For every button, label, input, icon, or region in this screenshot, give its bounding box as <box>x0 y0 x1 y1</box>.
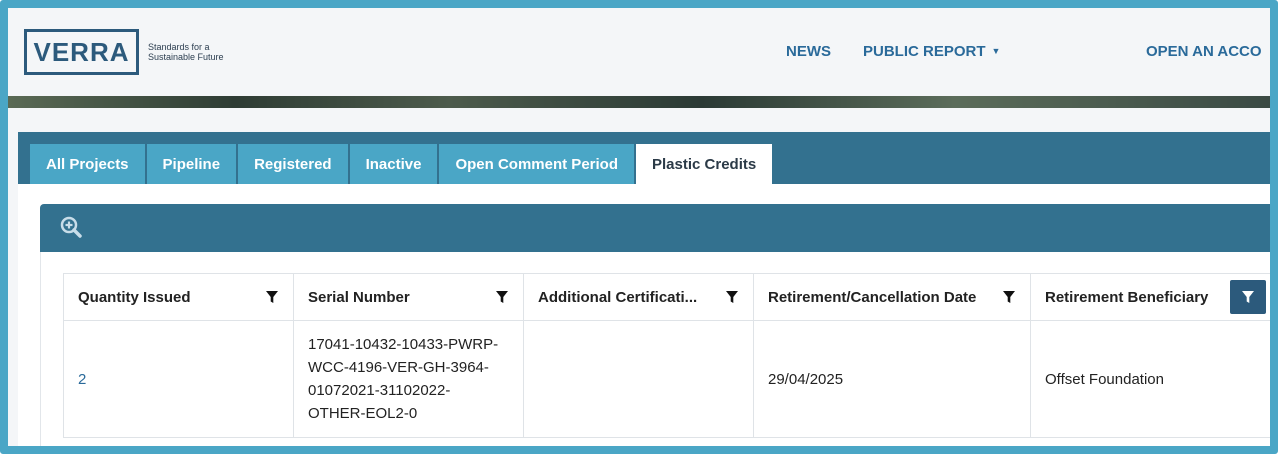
col-header-serial[interactable]: Serial Number <box>294 273 524 321</box>
filter-icon[interactable] <box>495 290 509 304</box>
col-header-retirement-date[interactable]: Retirement/Cancellation Date <box>754 273 1031 321</box>
col-header-additional[interactable]: Additional Certificati... <box>524 273 754 321</box>
logo-wordmark: VERRA <box>24 29 139 75</box>
table-header-row: Quantity Issued Serial Number Additional… <box>63 273 1270 321</box>
col-header-quantity[interactable]: Quantity Issued <box>63 273 294 321</box>
filter-icon <box>1242 291 1254 303</box>
col-header-beneficiary[interactable]: Retirement Beneficiary <box>1031 273 1270 321</box>
serial-number: 17041-10432-10433-PWRP- WCC-4196-VER-GH-… <box>308 333 498 425</box>
nav-news[interactable]: NEWS <box>786 43 831 60</box>
zoom-in-icon[interactable] <box>60 216 82 238</box>
tab-inactive[interactable]: Inactive <box>349 144 438 184</box>
header-spacer <box>8 108 1270 132</box>
screenshot-frame: VERRA Standards for a Sustainable Future… <box>0 0 1278 454</box>
cell-beneficiary: Offset Foundation <box>1031 321 1270 438</box>
logo-tagline: Standards for a Sustainable Future <box>148 42 224 62</box>
filter-icon[interactable] <box>1002 290 1016 304</box>
project-tabs: All Projects Pipeline Registered Inactiv… <box>30 144 774 184</box>
cell-retirement-date: 29/04/2025 <box>754 321 1031 438</box>
col-header-label: Retirement/Cancellation Date <box>768 288 977 306</box>
filter-icon[interactable] <box>725 290 739 304</box>
verra-logo[interactable]: VERRA Standards for a Sustainable Future <box>24 29 238 75</box>
col-header-label: Retirement Beneficiary <box>1045 288 1209 306</box>
col-header-label: Serial Number <box>308 288 410 306</box>
cell-additional <box>524 321 754 438</box>
nav-open-account[interactable]: OPEN AN ACCO <box>1146 43 1262 60</box>
tab-registered[interactable]: Registered <box>238 144 348 184</box>
nav-public-report-label: PUBLIC REPORT <box>863 43 986 60</box>
serial-line: WCC-4196-VER-GH-3964- <box>308 359 489 376</box>
quantity-link[interactable]: 2 <box>78 368 86 391</box>
tab-pipeline[interactable]: Pipeline <box>146 144 237 184</box>
filter-active-button[interactable] <box>1230 280 1266 314</box>
site-header: VERRA Standards for a Sustainable Future… <box>8 8 1270 96</box>
caret-down-icon: ▼ <box>991 46 1001 56</box>
tab-open-comment-period[interactable]: Open Comment Period <box>439 144 634 184</box>
cell-quantity: 2 <box>63 321 294 438</box>
tab-all-projects[interactable]: All Projects <box>30 144 145 184</box>
grid-toolbar <box>40 204 1270 252</box>
nav-public-report[interactable]: PUBLIC REPORT ▼ <box>863 43 1000 60</box>
col-header-label: Quantity Issued <box>78 288 191 306</box>
filter-icon[interactable] <box>265 290 279 304</box>
hero-banner-strip <box>8 96 1270 108</box>
col-header-label: Additional Certificati... <box>538 288 698 306</box>
table-row: 2 17041-10432-10433-PWRP- WCC-4196-VER-G… <box>63 321 1270 438</box>
cell-serial: 17041-10432-10433-PWRP- WCC-4196-VER-GH-… <box>294 321 524 438</box>
serial-line: 01072021-31102022- <box>308 382 451 399</box>
serial-line: OTHER-EOL2-0 <box>308 405 418 422</box>
credits-table: Quantity Issued Serial Number Additional… <box>63 273 1270 438</box>
serial-line: 17041-10432-10433-PWRP- <box>308 336 499 353</box>
tab-plastic-credits[interactable]: Plastic Credits <box>636 144 773 184</box>
